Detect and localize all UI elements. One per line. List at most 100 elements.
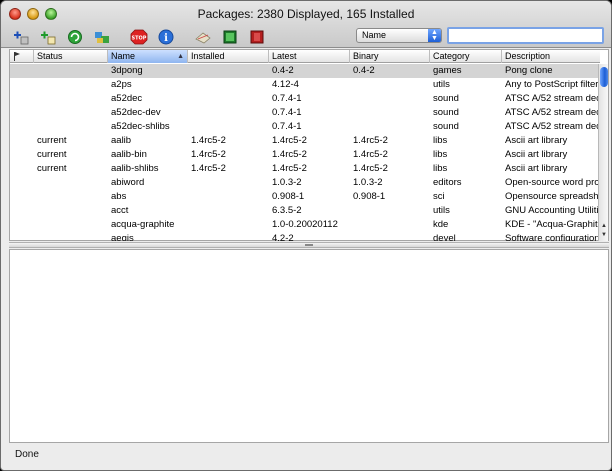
cell-description: ATSC A/52 stream decoder — [505, 93, 600, 104]
cell-name: abs — [111, 191, 127, 202]
cell-category: libs — [433, 163, 448, 174]
terminal-button[interactable] — [220, 28, 240, 46]
column-header-category[interactable]: Category — [430, 50, 502, 63]
cell-category: devel — [433, 233, 456, 241]
cell-installed: 1.4rc5-2 — [191, 163, 226, 174]
cell-name: 3dpong — [111, 65, 143, 76]
svg-text:i: i — [164, 33, 168, 44]
cell-latest: 0.7.4-1 — [272, 121, 302, 132]
column-header-binary[interactable]: Binary — [350, 50, 430, 63]
cell-category: utils — [433, 205, 450, 216]
cell-latest: 1.4rc5-2 — [272, 149, 307, 160]
cell-description: ATSC A/52 stream decoder — [505, 107, 600, 118]
cell-category: games — [433, 65, 462, 76]
cell-binary — [350, 232, 430, 241]
cell-status — [34, 218, 108, 232]
cell-category: utils — [433, 79, 450, 90]
mail-button[interactable] — [193, 28, 213, 46]
cell-binary: 1.4rc5-2 — [353, 149, 388, 160]
table-row[interactable]: abiword 1.0.3-2 1.0.3-2 editors Open-source … — [10, 176, 600, 190]
cell-status — [34, 176, 108, 190]
install-source-button[interactable] — [38, 28, 58, 46]
cell-installed — [188, 218, 269, 232]
table-row[interactable]: current aalib-bin 1.4rc5-2 1.4rc5-2 1.4rc5-2… — [10, 148, 600, 162]
scroll-up-arrow-icon[interactable]: ▲ — [600, 222, 608, 231]
cell-name: aalib-shlibs — [111, 163, 159, 174]
cell-latest: 0.7.4-1 — [272, 93, 302, 104]
column-header-installed[interactable]: Installed — [188, 50, 269, 63]
cell-description: KDE - "Acqua-Graphite" — [505, 219, 600, 230]
cell-name: abiword — [111, 177, 145, 188]
cell-binary: 1.4rc5-2 — [353, 163, 388, 174]
cell-latest: 1.0.3-2 — [272, 177, 302, 188]
info-icon: i — [158, 29, 174, 45]
table-row[interactable]: abs 0.908-1 0.908-1 sci Opensource spreadshe… — [10, 190, 600, 204]
cell-description: Ascii art library — [505, 163, 568, 174]
cell-installed: 1.4rc5-2 — [191, 149, 226, 160]
cell-status — [34, 106, 108, 120]
cell-latest: 4.2-2 — [272, 233, 294, 241]
cell-category: editors — [433, 177, 462, 188]
install-binary-button[interactable] — [11, 28, 31, 46]
table-row[interactable]: acqua-graphite 1.0-0.20020112 kde KDE - "Ac… — [10, 218, 600, 232]
sort-field-select[interactable]: Name ▲ ▼ — [356, 28, 442, 43]
bookmark-button[interactable] — [247, 28, 267, 46]
table-row[interactable]: acct 6.3.5-2 utils GNU Accounting Utilities — [10, 204, 600, 218]
cell-name: aalib — [111, 135, 132, 146]
window-title: Packages: 2380 Displayed, 165 Installed — [197, 7, 415, 21]
cell-description: Any to PostScript filter — [505, 79, 599, 90]
window-chrome: Packages: 2380 Displayed, 165 Installed — [1, 1, 611, 48]
cell-binary: 1.4rc5-2 — [353, 135, 388, 146]
update-button[interactable] — [65, 28, 85, 46]
stop-button[interactable]: STOP — [129, 28, 149, 46]
vertical-scrollbar[interactable]: ▲ ▼ — [598, 64, 608, 241]
cell-latest: 0.908-1 — [272, 191, 305, 202]
cell-installed — [188, 106, 269, 120]
cell-name: acct — [111, 205, 129, 216]
cell-latest: 1.4rc5-2 — [272, 163, 307, 174]
cell-binary — [350, 92, 430, 106]
column-header-latest[interactable]: Latest — [269, 50, 350, 63]
packages-table: Status Name ▲ Installed Latest Binary Ca… — [9, 49, 609, 241]
cell-installed — [188, 190, 269, 204]
cell-description: Software configuration — [505, 233, 600, 241]
table-row[interactable]: a52dec 0.7.4-1 sound ATSC A/52 stream decod… — [10, 92, 600, 106]
cell-binary: 0.908-1 — [353, 191, 386, 202]
update-all-icon — [95, 32, 109, 43]
cell-description: Ascii art library — [505, 135, 568, 146]
cell-status — [34, 120, 108, 134]
cell-installed — [188, 64, 269, 78]
cell-latest: 0.7.4-1 — [272, 107, 302, 118]
info-button[interactable]: i — [156, 28, 176, 46]
cell-name: a52dec-shlibs — [111, 121, 170, 132]
table-row[interactable]: a2ps 4.12-4 utils Any to PostScript filter — [10, 78, 600, 92]
cell-status — [34, 78, 108, 92]
column-header-name-label: Name — [111, 51, 136, 61]
cell-binary: 0.4-2 — [353, 65, 375, 76]
column-header-status[interactable]: Status — [34, 50, 108, 63]
table-row[interactable]: aegis 4.2-2 devel Software configuration — [10, 232, 600, 241]
cell-installed — [188, 204, 269, 218]
cell-installed — [188, 120, 269, 134]
cell-status — [34, 64, 108, 78]
column-header-description[interactable]: Description — [502, 50, 600, 63]
packages-window: Packages: 2380 Displayed, 165 Installed — [0, 0, 612, 471]
scroll-down-arrow-icon[interactable]: ▼ — [600, 231, 608, 240]
scrollbar-thumb[interactable] — [600, 67, 608, 87]
cell-installed: 1.4rc5-2 — [191, 135, 226, 146]
update-all-button[interactable] — [92, 28, 112, 46]
cell-name: a52dec — [111, 93, 143, 104]
cell-name: acqua-graphite — [111, 219, 175, 230]
cell-binary — [350, 78, 430, 92]
table-row[interactable]: a52dec-dev 0.7.4-1 sound ATSC A/52 stream d… — [10, 106, 600, 120]
package-detail-pane — [9, 249, 609, 443]
update-icon — [68, 30, 82, 44]
column-header-flag[interactable] — [10, 50, 34, 63]
search-input[interactable] — [447, 27, 604, 44]
table-row[interactable]: current aalib-shlibs 1.4rc5-2 1.4rc5-2 1.4rc… — [10, 162, 600, 176]
table-row[interactable]: 3dpong 0.4-2 0.4-2 games Pong clone — [10, 64, 600, 78]
table-row[interactable]: a52dec-shlibs 0.7.4-1 sound ATSC A/52 strea… — [10, 120, 600, 134]
table-row[interactable]: current aalib 1.4rc5-2 1.4rc5-2 1.4rc5-2 libs… — [10, 134, 600, 148]
column-header-name[interactable]: Name ▲ — [108, 50, 188, 63]
split-view-divider[interactable] — [9, 242, 609, 248]
